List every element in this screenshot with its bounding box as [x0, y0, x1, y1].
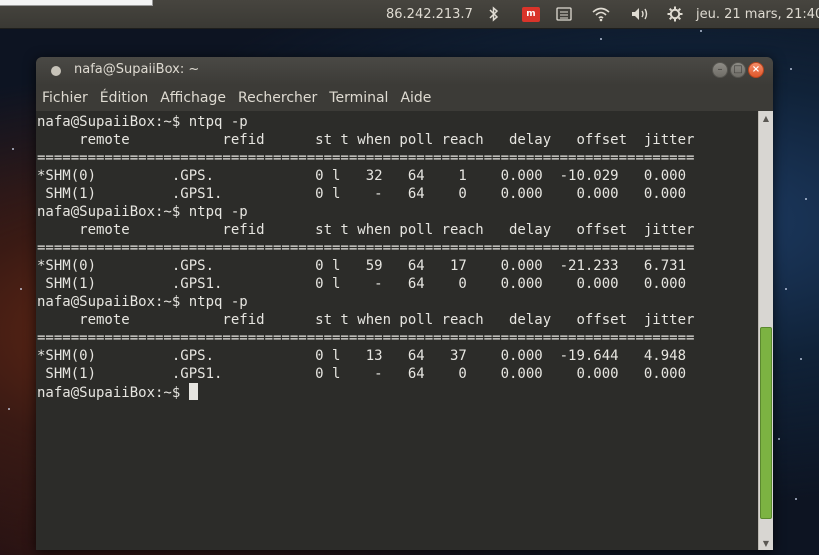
terminal-line: nafa@SupaiiBox:~$ ntpq -p	[37, 114, 248, 130]
scroll-up-arrow-icon[interactable]: ▲	[759, 111, 773, 125]
terminal-line: SHM(1) .GPS1. 0 l - 64 0 0.000 0.000 0.0…	[37, 186, 687, 202]
window-titlebar[interactable]: nafa@SupaiiBox: ~ – □ ×	[36, 57, 773, 85]
keyboard-icon[interactable]	[556, 0, 572, 28]
menu-rechercher[interactable]: Rechercher	[238, 90, 317, 106]
terminal-line: remote refid st t when poll reach delay …	[37, 312, 695, 328]
menu-terminal[interactable]: Terminal	[329, 90, 388, 106]
text-cursor	[188, 383, 198, 400]
window-title: nafa@SupaiiBox: ~	[74, 62, 200, 77]
panel-edge-strip	[0, 0, 153, 6]
window-icon	[51, 66, 61, 76]
bluetooth-icon[interactable]	[488, 0, 500, 28]
ip-address: 86.242.213.7	[386, 6, 473, 22]
volume-icon[interactable]	[630, 0, 652, 28]
menu-edition[interactable]: Édition	[100, 90, 148, 106]
menu-bar: Fichier Édition Affichage Rechercher Ter…	[36, 85, 773, 111]
terminal-line: ========================================…	[37, 240, 695, 256]
scroll-down-arrow-icon[interactable]: ▼	[759, 536, 773, 550]
mail-indicator-icon[interactable]: m	[522, 0, 540, 28]
terminal-line: *SHM(0) .GPS. 0 l 13 64 37 0.000 -19.644…	[37, 348, 687, 364]
terminal-line: nafa@SupaiiBox:~$ ntpq -p	[37, 204, 248, 220]
terminal-line: SHM(1) .GPS1. 0 l - 64 0 0.000 0.000 0.0…	[37, 276, 687, 292]
top-panel: 86.242.213.7 m jeu. 21 mars, 21:40	[0, 0, 819, 29]
menu-affichage[interactable]: Affichage	[160, 90, 226, 106]
maximize-button[interactable]: □	[730, 62, 746, 78]
scrollbar[interactable]: ▲ ▼	[758, 111, 773, 550]
scrollbar-thumb[interactable]	[760, 327, 772, 519]
terminal-line: remote refid st t when poll reach delay …	[37, 132, 695, 148]
terminal-line: SHM(1) .GPS1. 0 l - 64 0 0.000 0.000 0.0…	[37, 366, 687, 382]
terminal-line: *SHM(0) .GPS. 0 l 32 64 1 0.000 -10.029 …	[37, 168, 687, 184]
terminal-prompt: nafa@SupaiiBox:~$	[37, 385, 189, 401]
close-button[interactable]: ×	[748, 62, 764, 78]
clock[interactable]: jeu. 21 mars, 21:40	[696, 0, 819, 28]
terminal-line: remote refid st t when poll reach delay …	[37, 222, 695, 238]
terminal-line: ========================================…	[37, 150, 695, 166]
terminal-prompt-line[interactable]: nafa@SupaiiBox:~$	[37, 383, 758, 401]
terminal-line: nafa@SupaiiBox:~$ ntpq -p	[37, 294, 248, 310]
menu-aide[interactable]: Aide	[400, 90, 431, 106]
window-controls: – □ ×	[712, 62, 764, 78]
terminal-line: ========================================…	[37, 330, 695, 346]
terminal-window: nafa@SupaiiBox: ~ – □ × Fichier Édition …	[36, 57, 773, 550]
terminal-line: *SHM(0) .GPS. 0 l 59 64 17 0.000 -21.233…	[37, 258, 687, 274]
menu-fichier[interactable]: Fichier	[42, 90, 88, 106]
terminal-output[interactable]: nafa@SupaiiBox:~$ ntpq -p remote refid s…	[36, 111, 758, 550]
minimize-button[interactable]: –	[712, 62, 728, 78]
wifi-icon[interactable]	[591, 0, 611, 28]
gear-icon[interactable]	[667, 0, 683, 28]
